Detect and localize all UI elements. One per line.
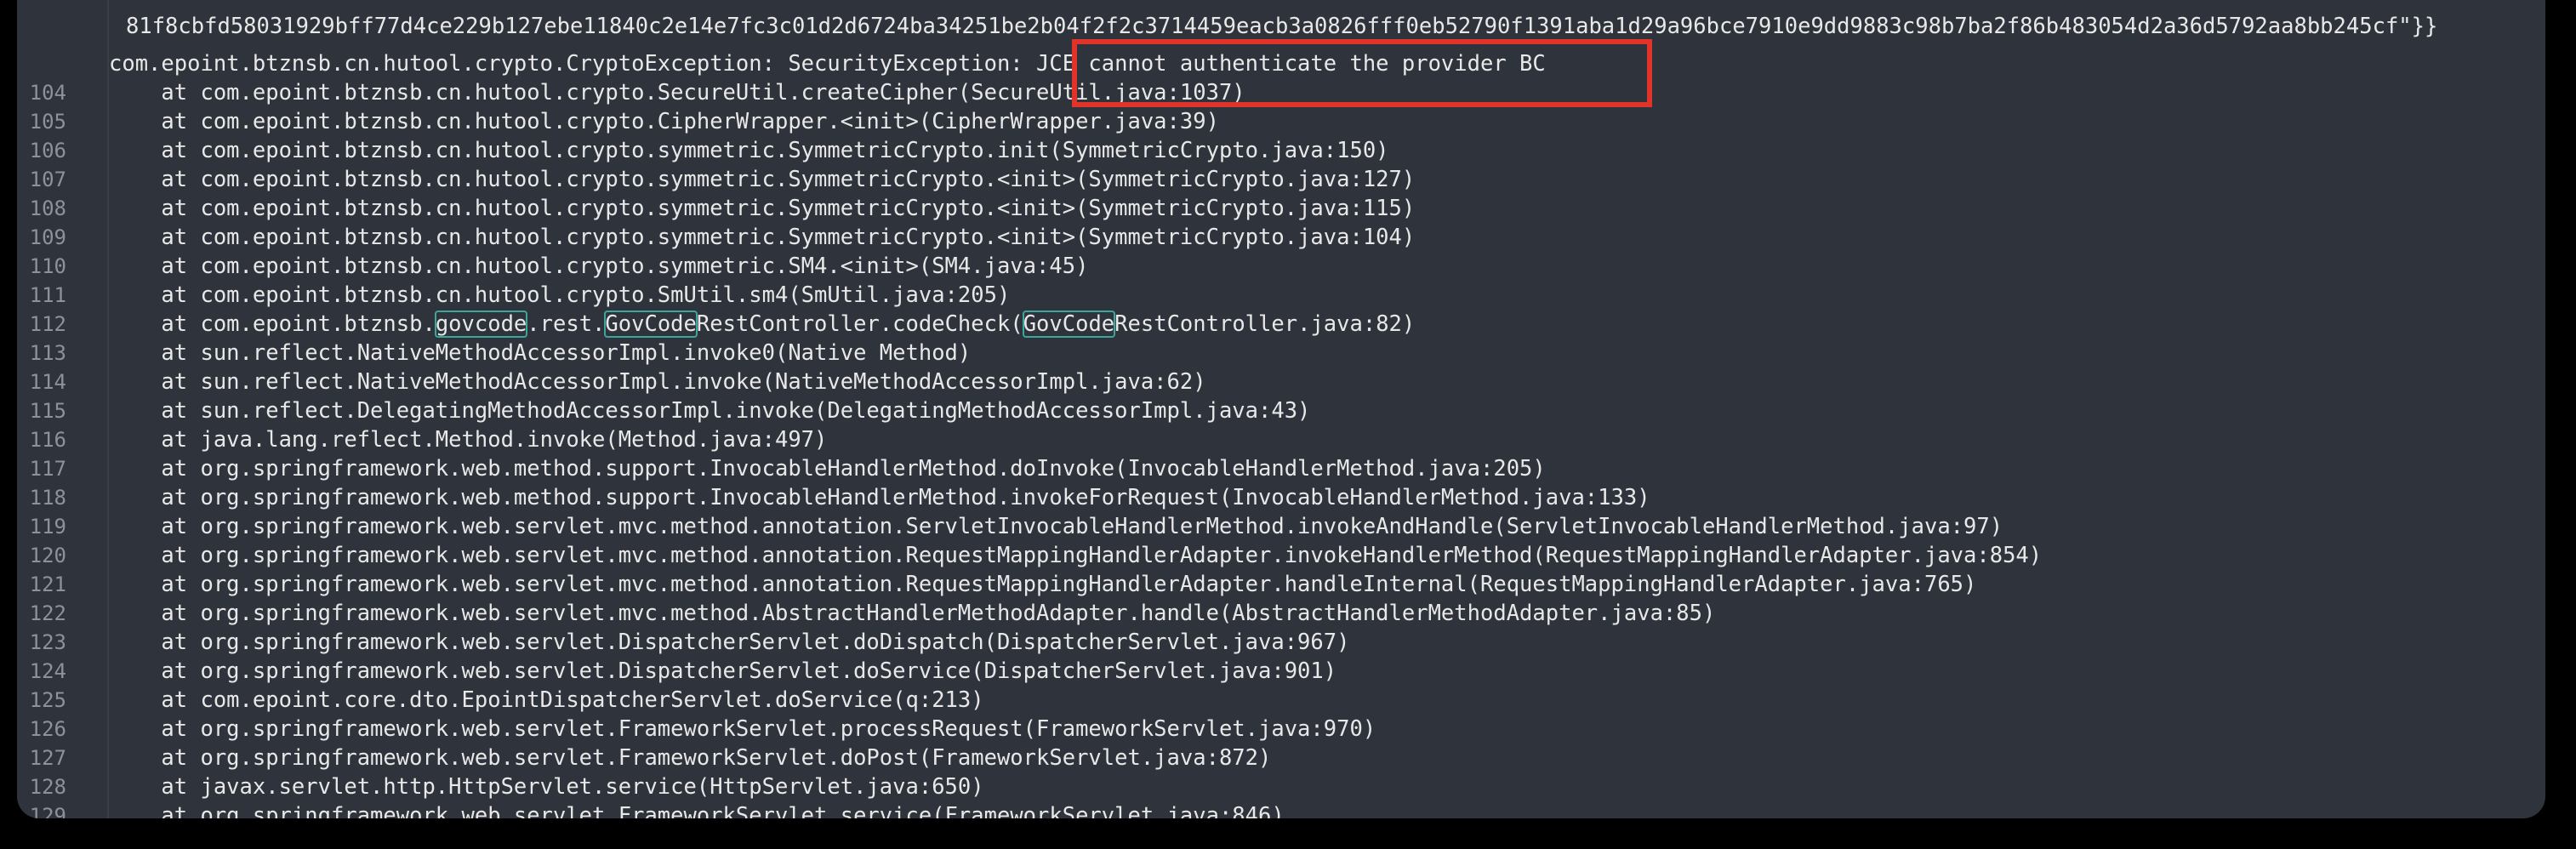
code-line: 123 at org.springframework.web.servlet.m… [17,599,2545,654]
line-segment: .rest. [527,311,606,337]
code-line: 126 at com.epoint.core.dto.EpointDispatc… [17,686,2545,741]
line-text: at com.epoint.btznsb.cn.hutool.crypto.sy… [109,225,1416,250]
line-text: at org.springframework.web.servlet.mvc.m… [109,601,1716,626]
line-text: at org.springframework.web.servlet.mvc.m… [109,514,2003,539]
code-line: 120 at org.springframework.web.servlet.m… [17,512,2545,567]
code-line: 129 at javax.servlet.http.HttpServlet.se… [17,772,2545,818]
code-line: 114 at sun.reflect.NativeMethodAccessorI… [17,339,2545,394]
code-line: 109 at com.epoint.btznsb.cn.hutool.crypt… [17,194,2545,249]
line-text: at org.springframework.web.servlet.mvc.m… [109,572,1977,597]
line-text: at javax.servlet.http.HttpServlet.servic… [109,774,984,800]
code-line: 122 at org.springframework.web.servlet.m… [17,570,2545,625]
code-line: 108 at com.epoint.btznsb.cn.hutool.crypt… [17,165,2545,220]
line-text: at org.springframework.web.method.suppor… [109,456,1546,481]
line-segment: at com.epoint.btznsb. [109,311,436,337]
code-line: 113 at com.epoint.btznsb.govcode.rest.Go… [17,310,2545,365]
code-line: 112 at com.epoint.btznsb.cn.hutool.crypt… [17,281,2545,336]
line-text: at com.epoint.btznsb.cn.hutool.crypto.Sm… [109,282,1011,308]
search-highlight[interactable]: GovCode [1022,311,1116,338]
line-text: at com.epoint.btznsb.govcode.rest.GovCod… [109,310,1415,339]
red-annotation-box [1072,39,1652,107]
code-line: 121 at org.springframework.web.servlet.m… [17,541,2545,596]
line-text: at com.epoint.core.dto.EpointDispatcherS… [109,687,984,713]
line-text: at org.springframework.web.servlet.Dispa… [109,658,1337,684]
search-highlight[interactable]: GovCode [604,311,698,338]
code-line: 106 at com.epoint.btznsb.cn.hutool.crypt… [17,107,2545,162]
code-line: 110 at com.epoint.btznsb.cn.hutool.crypt… [17,223,2545,278]
line-text: at sun.reflect.NativeMethodAccessorImpl.… [109,369,1206,395]
code-line: 128 at org.springframework.web.servlet.F… [17,744,2545,799]
line-text: at org.springframework.web.servlet.Frame… [109,716,1376,742]
line-text: at sun.reflect.NativeMethodAccessorImpl.… [109,340,972,366]
code-line: 125 at org.springframework.web.servlet.D… [17,657,2545,712]
line-text: at com.epoint.btznsb.cn.hutool.crypto.sy… [109,254,1089,279]
line-segment: RestController.java:82) [1114,311,1416,337]
line-segment: RestController.codeCheck( [696,311,1023,337]
code-line: 116 at sun.reflect.DelegatingMethodAcces… [17,396,2545,452]
line-text: at java.lang.reflect.Method.invoke(Metho… [109,427,828,453]
line-text: at com.epoint.btznsb.cn.hutool.crypto.sy… [109,196,1416,221]
exception-prefix: com.epoint.btznsb.cn.hutool.crypto.Crypt… [109,51,1037,77]
code-line: 124 at org.springframework.web.servlet.D… [17,628,2545,683]
code-line: 117 at java.lang.reflect.Method.invoke(M… [17,425,2545,481]
line-text: at org.springframework.web.servlet.Frame… [109,745,1272,771]
line-text: at com.epoint.btznsb.cn.hutool.crypto.Ci… [109,109,1219,134]
code-line: 115 at sun.reflect.NativeMethodAccessorI… [17,368,2545,423]
code-line: 130 at org.springframework.web.servlet.F… [17,801,2545,818]
screenshot-window: 81f8cbfd58031929bff77d4ce229b127ebe11840… [0,0,2576,849]
code-line: 81f8cbfd58031929bff77d4ce229b127ebe11840… [17,12,2545,41]
line-text: at sun.reflect.DelegatingMethodAccessorI… [109,398,1311,424]
line-text: at org.springframework.web.servlet.mvc.m… [109,543,2043,568]
search-highlight[interactable]: govcode [434,311,528,338]
code-line: 127 at org.springframework.web.servlet.F… [17,715,2545,770]
line-text: at org.springframework.web.servlet.Dispa… [109,630,1350,655]
code-line: 111 at com.epoint.btznsb.cn.hutool.crypt… [17,252,2545,307]
line-text: at org.springframework.web.method.suppor… [109,485,1650,510]
code-line: 107 at com.epoint.btznsb.cn.hutool.crypt… [17,136,2545,191]
code-line: 118 at org.springframework.web.method.su… [17,454,2545,510]
line-text: 81f8cbfd58031929bff77d4ce229b127ebe11840… [126,14,2438,39]
line-text: at com.epoint.btznsb.cn.hutool.crypto.sy… [109,138,1389,163]
line-text: at org.springframework.web.servlet.Frame… [109,803,1285,818]
line-text: at com.epoint.btznsb.cn.hutool.crypto.sy… [109,167,1416,192]
code-editor[interactable]: 81f8cbfd58031929bff77d4ce229b127ebe11840… [17,0,2545,818]
code-line: 119 at org.springframework.web.method.su… [17,483,2545,538]
